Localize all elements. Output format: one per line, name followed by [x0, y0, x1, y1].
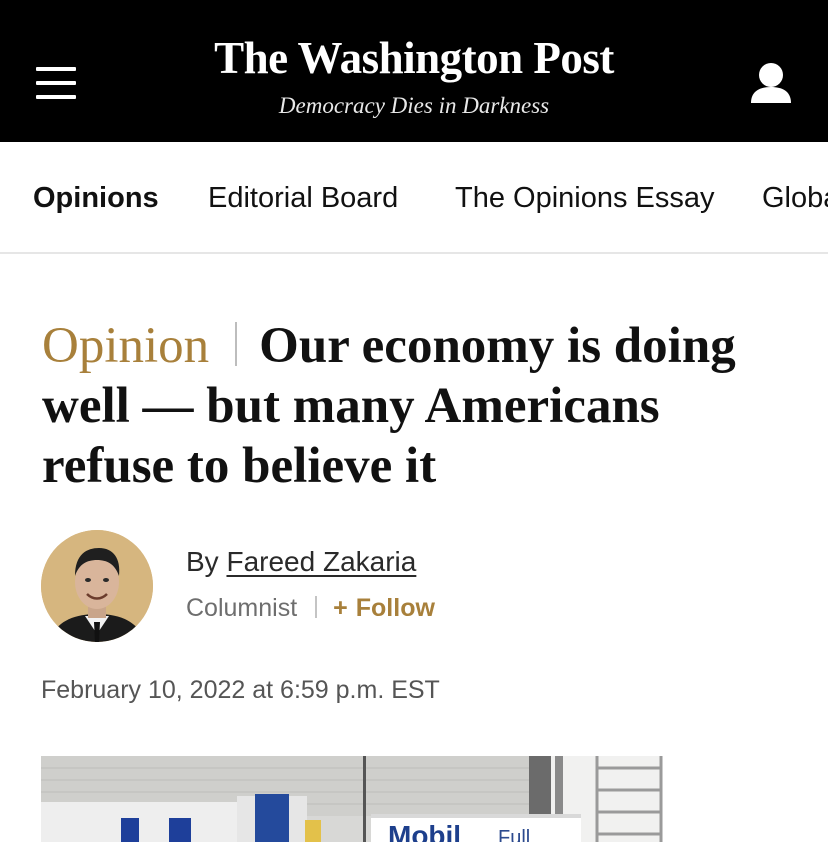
byline-prefix: By: [186, 546, 219, 577]
plus-icon: +: [333, 594, 348, 622]
publish-timestamp: February 10, 2022 at 6:59 p.m. EST: [41, 676, 440, 704]
section-nav: Opinions Editorial Board The Opinions Es…: [0, 142, 828, 254]
full-service-sign-text: Full: [498, 827, 531, 842]
menu-bar: [36, 81, 76, 85]
nav-item-global-opinions[interactable]: Global Opinions: [762, 180, 828, 216]
brand-logo-link[interactable]: The Washington Post: [214, 30, 614, 86]
kicker-divider: [235, 322, 238, 366]
article-headline: Opinion Our economy is doing well — but m…: [42, 316, 802, 496]
nav-item-editorial-board[interactable]: Editorial Board: [208, 180, 398, 216]
author-avatar[interactable]: [41, 530, 153, 642]
hamburger-menu-icon[interactable]: [34, 66, 78, 102]
meta-divider: [315, 596, 318, 618]
author-meta: Columnist + Follow: [186, 592, 435, 624]
brand: The Washington Post Democracy Dies in Da…: [0, 30, 828, 120]
lead-image[interactable]: Mobil Full: [41, 756, 785, 842]
author-role: Columnist: [186, 594, 298, 622]
masthead: The Washington Post Democracy Dies in Da…: [0, 0, 828, 142]
follow-label: Follow: [355, 594, 435, 622]
brand-tagline: Democracy Dies in Darkness: [278, 93, 550, 118]
follow-button[interactable]: + Follow: [333, 594, 435, 622]
menu-bar: [36, 67, 76, 71]
byline: By Fareed Zakaria: [186, 544, 416, 580]
menu-bar: [36, 95, 76, 99]
opinion-kicker[interactable]: Opinion: [42, 318, 209, 374]
nav-item-opinions-essay[interactable]: The Opinions Essay: [455, 180, 715, 216]
author-name-link[interactable]: Fareed Zakaria: [226, 546, 416, 577]
mobil-sign-text: Mobil: [388, 820, 462, 842]
nav-item-opinions[interactable]: Opinions: [33, 180, 159, 216]
user-account-icon[interactable]: [748, 62, 794, 104]
